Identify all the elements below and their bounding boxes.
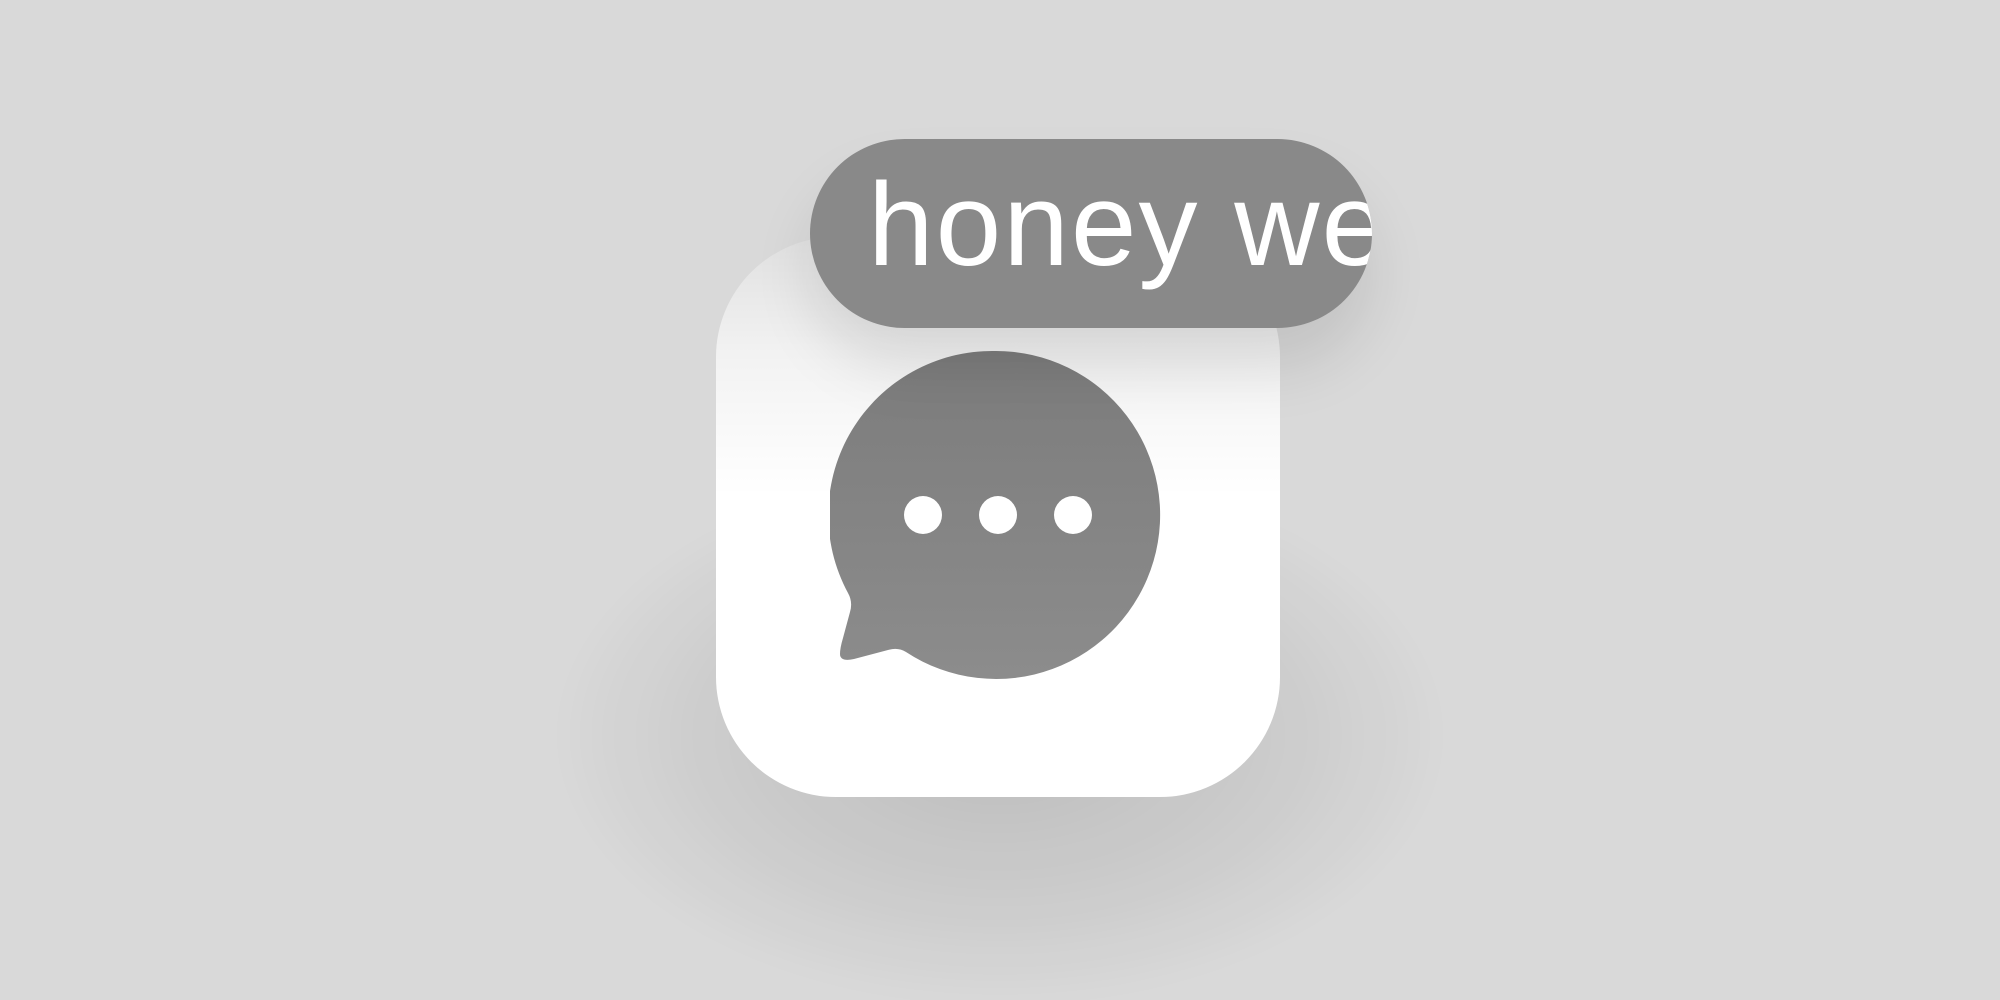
text-preview-pill: honey we	[810, 139, 1372, 328]
pill-text: honey we	[868, 159, 1372, 291]
scene: honey we	[0, 0, 2000, 1000]
chat-bubble-ellipsis-icon	[830, 350, 1161, 679]
ellipsis-dot-right	[1054, 496, 1092, 534]
ellipsis-dot-left	[904, 496, 942, 534]
ellipsis-dot-middle	[979, 496, 1017, 534]
